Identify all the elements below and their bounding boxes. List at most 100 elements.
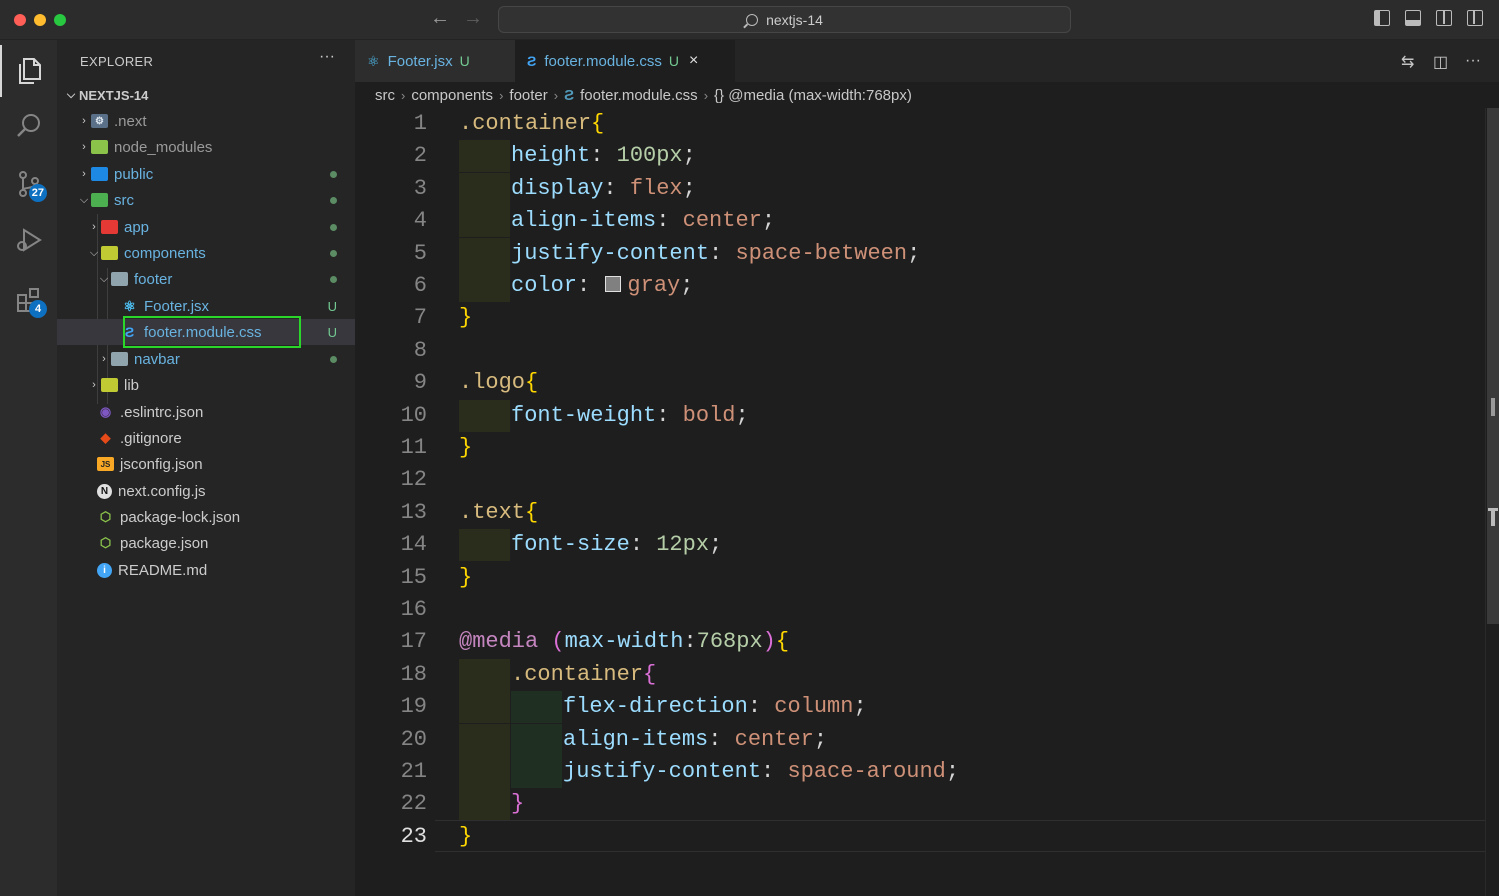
tree-item-next-config[interactable]: N next.config.js: [57, 478, 355, 504]
code-text: }: [511, 791, 525, 817]
code-line[interactable]: 6 color: gray;: [355, 270, 1485, 302]
tree-item-package-lock[interactable]: ⬡ package-lock.json: [57, 504, 355, 530]
more-actions-icon[interactable]: ···: [319, 48, 335, 66]
project-name: NEXTJS-14: [79, 87, 149, 103]
code-line[interactable]: 5 justify-content: space-between;: [355, 237, 1485, 270]
code-text: font-weight: bold;: [511, 402, 749, 428]
project-header[interactable]: ⌵ NEXTJS-14: [57, 84, 355, 106]
tab-status: U: [459, 53, 470, 69]
code-text: .container{: [459, 111, 605, 136]
tree-item-eslintrc[interactable]: ◉ .eslintrc.json: [57, 399, 355, 425]
split-editor-icon[interactable]: ◫: [1433, 52, 1448, 72]
code-text: }: [459, 564, 473, 590]
code-text: .logo{: [459, 370, 539, 396]
color-swatch[interactable]: [605, 276, 622, 292]
run-debug-icon: [16, 228, 42, 252]
tree-item-navbar[interactable]: › navbar: [57, 346, 355, 372]
code-line[interactable]: 9 .logo{: [355, 367, 1485, 399]
breadcrumb-item[interactable]: components: [411, 87, 493, 104]
toggle-primary-sidebar-icon[interactable]: [1374, 10, 1390, 26]
tree-item-jsconfig[interactable]: JS jsconfig.json: [57, 451, 355, 477]
tab-footer-jsx[interactable]: ⚛ Footer.jsx U: [355, 40, 515, 82]
code-text: justify-content: space-around;: [563, 759, 960, 784]
tree-item-public[interactable]: › public: [57, 161, 355, 187]
modified-dot: [330, 355, 337, 363]
code-line[interactable]: 1 .container{: [355, 108, 1485, 140]
chevron-down-icon: ⌵: [99, 272, 109, 285]
line-number: 11: [400, 435, 427, 460]
chevron-down-icon: ⌵: [79, 193, 89, 206]
code-line[interactable]: 19 flex-direction: column;: [355, 691, 1485, 724]
activity-bar: 27 4: [0, 40, 57, 896]
source-control-badge: 27: [28, 184, 47, 202]
node-folder-icon: [91, 140, 108, 154]
compare-changes-icon[interactable]: ⇆: [1401, 52, 1414, 72]
tree-item-package[interactable]: ⬡ package.json: [57, 530, 355, 556]
source-control-activity-button[interactable]: 27: [0, 158, 57, 210]
tree-item-node-modules[interactable]: › node_modules: [57, 134, 355, 160]
window-close-button[interactable]: [14, 14, 26, 26]
tree-item-footer[interactable]: ⌵ footer: [57, 266, 355, 292]
code-line[interactable]: 21 justify-content: space-around;: [355, 756, 1485, 788]
code-line[interactable]: 7}: [355, 302, 1485, 334]
back-arrow-icon[interactable]: ←: [430, 8, 450, 28]
tree-item-components[interactable]: ⌵ components: [57, 240, 355, 266]
code-line[interactable]: 20 align-items: center;: [355, 723, 1485, 756]
line-number: 17: [400, 629, 427, 655]
breadcrumb-item[interactable]: {} @media (max-width:768px): [714, 87, 912, 104]
breadcrumb-item[interactable]: footer.module.css: [580, 87, 698, 104]
code-line[interactable]: 22}: [355, 788, 1485, 821]
scroll-marker: [1488, 508, 1498, 526]
tree-item-lib[interactable]: › lib: [57, 372, 355, 398]
code-line[interactable]: 16: [355, 594, 1485, 626]
explorer-activity-button[interactable]: [0, 45, 57, 97]
tree-item-src[interactable]: ⌵ src: [57, 187, 355, 213]
line-number: 3: [413, 175, 427, 201]
window-maximize-button[interactable]: [54, 14, 66, 26]
line-number: 18: [400, 661, 427, 687]
tree-item-gitignore[interactable]: ◆ .gitignore: [57, 425, 355, 451]
components-folder-icon: [101, 246, 118, 260]
command-center-search[interactable]: nextjs-14: [498, 6, 1071, 33]
code-line[interactable]: 12: [355, 464, 1485, 496]
code-line[interactable]: 11}: [355, 432, 1485, 464]
tree-item-label: package-lock.json: [120, 508, 241, 526]
code-line[interactable]: 8: [355, 335, 1485, 367]
tree-item-app[interactable]: › app: [57, 214, 355, 240]
editor-scrollbar[interactable]: [1485, 108, 1499, 896]
code-line[interactable]: 14 font-size: 12px;: [355, 529, 1485, 562]
code-line[interactable]: 15}: [355, 562, 1485, 594]
breadcrumb-item[interactable]: src: [375, 87, 395, 104]
toggle-secondary-sidebar-icon[interactable]: [1436, 10, 1452, 26]
code-line[interactable]: 3 display: flex;: [355, 172, 1485, 205]
tree-item-next[interactable]: › ⚙ .next: [57, 108, 355, 134]
chevron-right-icon: ›: [499, 87, 504, 103]
more-actions-icon[interactable]: ···: [1465, 52, 1481, 70]
code-line[interactable]: 18 .container{: [355, 658, 1485, 691]
line-number: 23: [400, 823, 427, 849]
scroll-thumb[interactable]: [1487, 108, 1499, 624]
customize-layout-icon[interactable]: [1467, 10, 1483, 26]
code-line[interactable]: 10 font-weight: bold;: [355, 399, 1485, 432]
search-activity-button[interactable]: [0, 100, 57, 152]
code-line[interactable]: 23}: [355, 821, 1485, 853]
code-line[interactable]: 13 .text{: [355, 497, 1485, 529]
tab-footer-module-css[interactable]: Ƨ footer.module.css U ×: [515, 40, 735, 82]
tree-item-readme[interactable]: i README.md: [57, 557, 355, 583]
code-text: font-size: 12px;: [511, 532, 723, 558]
next-icon: N: [97, 483, 112, 499]
window-minimize-button[interactable]: [34, 14, 46, 26]
tree-item-label: components: [124, 244, 206, 262]
chevron-right-icon: ›: [82, 168, 86, 180]
code-editor[interactable]: 1 .container{2 height: 100px; 3 display: fle…: [355, 108, 1499, 896]
toggle-panel-icon[interactable]: [1405, 10, 1421, 26]
code-line[interactable]: 17 @media (max-width:768px){: [355, 626, 1485, 658]
code-line[interactable]: 4 align-items: center;: [355, 205, 1485, 238]
search-icon: [16, 114, 40, 137]
forward-arrow-icon[interactable]: →: [463, 8, 483, 28]
close-icon[interactable]: ×: [689, 52, 698, 70]
code-line[interactable]: 2 height: 100px;: [355, 140, 1485, 173]
run-debug-activity-button[interactable]: [0, 214, 57, 266]
breadcrumb-item[interactable]: footer: [509, 87, 547, 104]
extensions-activity-button[interactable]: 4: [0, 274, 57, 326]
